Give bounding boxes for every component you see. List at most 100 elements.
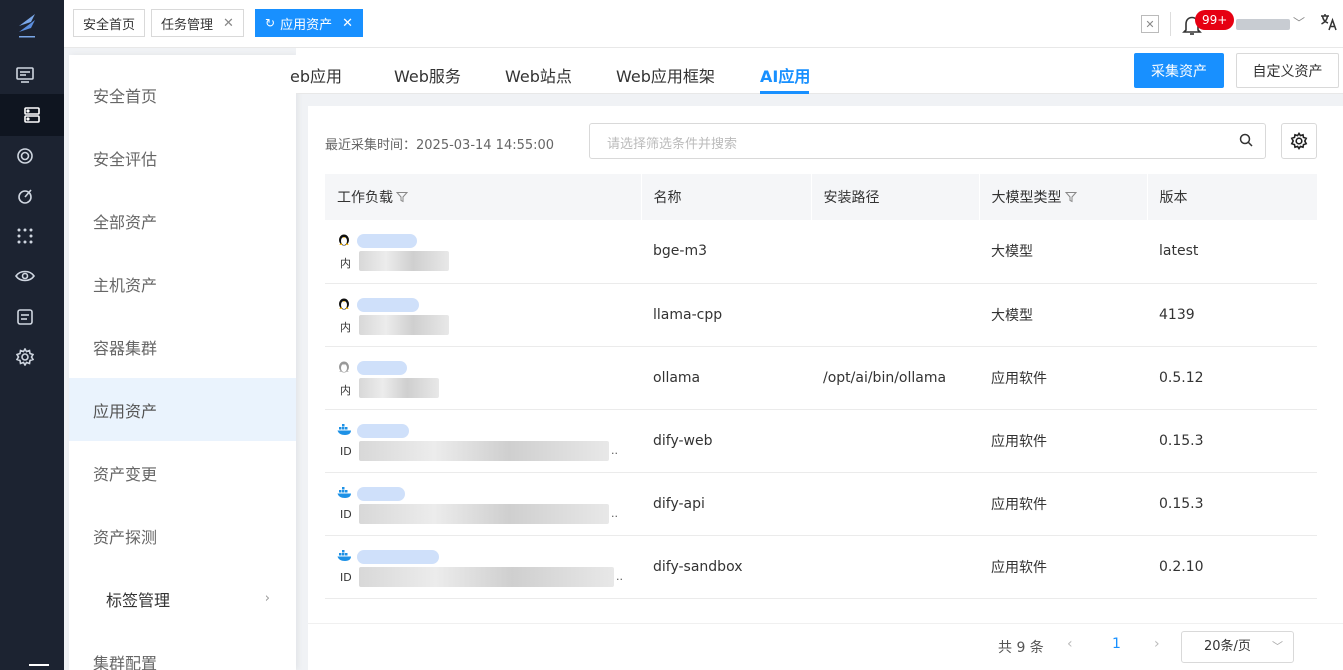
menu-item-asset-discovery[interactable]: 资产探测	[69, 504, 296, 567]
workload-cell[interactable]: ID..	[325, 472, 641, 536]
workload-cell[interactable]: 内	[325, 220, 641, 284]
menu-item-label: 集群配置	[93, 653, 158, 670]
workload-id-prefix: 内	[340, 383, 351, 397]
filter-icon[interactable]	[1064, 191, 1077, 203]
brand-logo-icon	[16, 10, 38, 40]
custom-asset-button[interactable]: 自定义资产	[1236, 53, 1339, 88]
search-placeholder: 请选择筛选条件并搜索	[607, 137, 738, 152]
workload-name[interactable]	[357, 360, 407, 375]
divider	[1170, 12, 1171, 36]
workload-name[interactable]	[357, 486, 405, 501]
version-cell: 0.15.3	[1147, 472, 1317, 536]
column-settings-button[interactable]	[1281, 123, 1317, 159]
side-menu: 安全首页 安全评估 全部资产 主机资产 容器集群 应用资产 资产变更 资产探测 …	[69, 55, 296, 670]
workload-name[interactable]	[357, 297, 419, 312]
docker-icon	[337, 548, 351, 562]
workload-id-prefix: ID	[340, 507, 352, 521]
asset-server-icon[interactable]	[0, 94, 64, 136]
filter-icon[interactable]	[396, 191, 408, 203]
collect-assets-button[interactable]: 采集资产	[1134, 53, 1224, 88]
model-type-cell: 应用软件	[979, 409, 1147, 473]
install-path-cell: /opt/ai/bin/ollama	[811, 346, 979, 410]
name-cell: dify-sandbox	[641, 535, 811, 599]
tab-web-service[interactable]: Web服务	[394, 63, 461, 87]
workload-cell[interactable]: ID..	[325, 535, 641, 599]
model-type-cell: 大模型	[979, 283, 1147, 347]
settings-icon[interactable]	[14, 346, 36, 368]
workload-cell[interactable]: 内	[325, 346, 641, 410]
name-cell: bge-m3	[641, 220, 811, 284]
workload-cell[interactable]: 内	[325, 283, 641, 347]
last-collect-time: 最近采集时间：2025-03-14 14:55:00	[325, 138, 555, 153]
workload-name[interactable]	[357, 423, 409, 438]
page-tab-task-management[interactable]: 任务管理 ✕	[151, 9, 244, 37]
chevron-down-icon[interactable]: ﹀	[1293, 14, 1305, 31]
name-cell: llama-cpp	[641, 283, 811, 347]
radar-icon[interactable]	[14, 145, 36, 167]
menu-item-label: 安全评估	[93, 149, 158, 169]
page-tab-label: 安全首页	[83, 17, 136, 33]
monitor-icon[interactable]	[14, 64, 36, 86]
version-cell: 0.2.10	[1147, 535, 1317, 599]
table-row[interactable]: 内 bge-m3 大模型 latest	[325, 220, 1317, 284]
page-tab-app-assets[interactable]: ↻ 应用资产 ✕	[255, 9, 363, 37]
truncation-ellipsis: ..	[616, 569, 623, 583]
tab-web-site[interactable]: Web站点	[505, 63, 572, 87]
workload-id	[359, 377, 439, 398]
docker-icon	[337, 485, 351, 499]
tab-web-app[interactable]: eb应用	[290, 63, 342, 87]
menu-item-cluster-config[interactable]: 集群配置	[69, 630, 296, 670]
page-number[interactable]: 1	[1112, 636, 1121, 652]
menu-item-security-home[interactable]: 安全首页	[69, 63, 296, 126]
close-icon[interactable]: ✕	[223, 16, 234, 31]
menu-item-label: 标签管理	[106, 590, 171, 610]
tab-web-framework[interactable]: Web应用框架	[616, 63, 715, 87]
column-header-model-type: 大模型类型	[979, 174, 1148, 220]
menu-item-label: 安全首页	[93, 86, 158, 106]
eye-shield-icon[interactable]	[14, 265, 36, 287]
table-row[interactable]: ID.. dify-api 应用软件 0.15.3	[325, 472, 1317, 536]
table-row[interactable]: 内 ollama/opt/ai/bin/ollama 应用软件 0.5.12	[325, 346, 1317, 410]
table-row[interactable]: ID.. dify-web 应用软件 0.15.3	[325, 409, 1317, 473]
page-tab-security-home[interactable]: 安全首页	[73, 9, 146, 37]
model-type-cell: 应用软件	[979, 535, 1147, 599]
menu-item-host-assets[interactable]: 主机资产	[69, 252, 296, 315]
next-page-icon[interactable]: ›	[1154, 636, 1160, 652]
close-all-tabs-icon[interactable]: ✕	[1141, 15, 1159, 33]
workload-name[interactable]	[357, 549, 439, 564]
menu-item-tag-management[interactable]: 标签管理 ›	[69, 567, 296, 630]
refresh-icon[interactable]: ↻	[265, 16, 275, 30]
install-path-cell	[811, 472, 979, 536]
report-icon[interactable]	[14, 306, 36, 328]
search-icon[interactable]	[1239, 133, 1255, 149]
menu-item-app-assets[interactable]: 应用资产	[69, 378, 296, 441]
workload-id	[359, 503, 609, 524]
linux-icon	[337, 232, 351, 246]
page-size-select[interactable]: 20条/页 ﹀	[1181, 631, 1294, 663]
menu-item-security-assessment[interactable]: 安全评估	[69, 126, 296, 189]
table-row[interactable]: ID.. dify-sandbox 应用软件 0.2.10	[325, 535, 1317, 599]
collapse-handle[interactable]	[29, 664, 49, 666]
install-path-cell	[811, 283, 979, 347]
menu-item-all-assets[interactable]: 全部资产	[69, 189, 296, 252]
version-cell: 0.15.3	[1147, 409, 1317, 473]
page-tab-label: 任务管理	[161, 17, 214, 33]
table-row[interactable]: 内 llama-cpp 大模型 4139	[325, 283, 1317, 347]
user-name[interactable]	[1236, 19, 1290, 30]
menu-item-label: 应用资产	[93, 401, 158, 421]
tab-ai-app[interactable]: AI应用	[760, 63, 810, 87]
search-input[interactable]: 请选择筛选条件并搜索	[589, 123, 1266, 159]
menu-item-container-clusters[interactable]: 容器集群	[69, 315, 296, 378]
model-type-cell: 大模型	[979, 220, 1147, 284]
scan-icon[interactable]	[14, 185, 36, 207]
translate-icon[interactable]	[1320, 13, 1338, 33]
column-header-version: 版本	[1147, 174, 1318, 220]
workload-name[interactable]	[357, 234, 417, 249]
name-cell: dify-api	[641, 472, 811, 536]
close-icon[interactable]: ✕	[342, 16, 353, 31]
menu-item-asset-changes[interactable]: 资产变更	[69, 441, 296, 504]
workload-cell[interactable]: ID..	[325, 409, 641, 473]
prev-page-icon[interactable]: ‹	[1067, 636, 1073, 652]
page-size-value: 20条/页	[1204, 639, 1251, 654]
nodes-icon[interactable]	[14, 225, 36, 247]
